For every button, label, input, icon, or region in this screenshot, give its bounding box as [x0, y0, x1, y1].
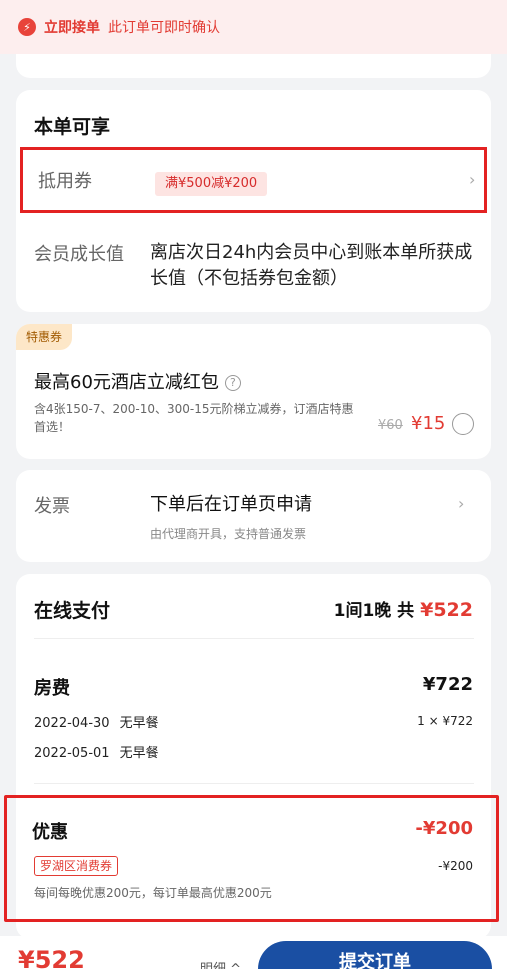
benefits-card: 本单可享 抵用券 满¥500减¥200 › 会员成长值 离店次日24h内会员中心…: [16, 90, 491, 312]
member-growth-value: 离店次日24h内会员中心到账本单所获成长值（不包括券包金额）: [150, 242, 473, 289]
voucher-label: 抵用券: [38, 171, 92, 192]
submit-order-button[interactable]: 提交订单: [258, 941, 492, 969]
invoice-label: 发票: [34, 496, 70, 517]
room-quantity: 1 × ¥722: [417, 714, 473, 728]
payment-title: 在线支付: [34, 600, 111, 622]
discount-description: 每间每晚优惠200元，每订单最高优惠200元: [34, 886, 272, 900]
room-fee-price: ¥722: [422, 674, 473, 695]
previous-card-bottom: [16, 54, 491, 78]
promo-description: 含4张150-7、200-10、300-15元阶梯立减券，订酒店特惠首选！: [34, 402, 354, 434]
night-row: 2022-05-01 无早餐: [34, 742, 159, 761]
payment-summary: 1间1晚 共 ¥522: [334, 596, 473, 621]
promo-title-text: 最高60元酒店立减红包: [34, 372, 219, 393]
bottom-bar: ¥522 明细 ^ 提交订单: [0, 936, 507, 969]
chevron-right-icon: ›: [469, 170, 476, 189]
night-meal: 无早餐: [119, 746, 159, 761]
night-row: 2022-04-30 无早餐: [34, 712, 159, 731]
night-date: 2022-04-30: [34, 716, 110, 731]
invoice-value: 下单后在订单页申请: [150, 494, 312, 515]
detail-toggle[interactable]: 明细 ^: [200, 958, 241, 969]
benefits-title: 本单可享: [34, 116, 111, 138]
voucher-tag: 满¥500减¥200: [155, 172, 268, 196]
help-icon[interactable]: ?: [224, 375, 241, 391]
discount-amount: -¥200: [438, 859, 473, 873]
promo-original-price: ¥60: [378, 418, 403, 433]
promo-price: ¥15: [411, 413, 446, 434]
instant-confirm-text: 此订单可即时确认: [108, 20, 220, 36]
promo-card: 特惠券 最高60元酒店立减红包? 含4张150-7、200-10、300-15元…: [16, 324, 491, 459]
invoice-card[interactable]: 发票 下单后在订单页申请 由代理商开具，支持普通发票 ›: [16, 470, 491, 562]
discount-total: -¥200: [415, 818, 473, 839]
discount-title: 优惠: [32, 822, 68, 843]
chevron-right-icon: ›: [458, 494, 465, 513]
night-date: 2022-05-01: [34, 746, 110, 761]
instant-confirm-title: 立即接单: [44, 20, 100, 36]
promo-badge: 特惠券: [16, 324, 73, 350]
instant-confirm-banner: ⚡ 立即接单 此订单可即时确认: [0, 0, 507, 54]
payment-summary-total: ¥522: [420, 599, 473, 621]
divider: [34, 638, 474, 639]
room-fee-title: 房费: [34, 678, 70, 699]
divider: [34, 783, 474, 784]
lightning-icon: ⚡: [18, 18, 36, 36]
promo-title: 最高60元酒店立减红包?: [34, 368, 241, 394]
payment-summary-prefix: 1间1晚 共: [333, 601, 415, 621]
voucher-row[interactable]: 抵用券 满¥500减¥200 ›: [20, 147, 487, 213]
total-price: ¥522: [18, 946, 85, 969]
promo-select-radio[interactable]: [452, 413, 474, 435]
night-meal: 无早餐: [119, 716, 159, 731]
discount-tag: 罗湖区消费券: [34, 856, 119, 876]
invoice-subtext: 由代理商开具，支持普通发票: [150, 527, 307, 541]
member-growth-label: 会员成长值: [34, 244, 124, 265]
